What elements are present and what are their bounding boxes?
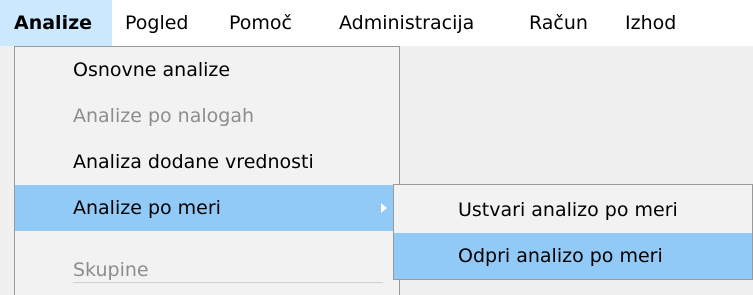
analize-dropdown-menu: Osnovne analize Analize po nalogah Anali… bbox=[14, 46, 400, 295]
menu-item-skupine: Skupine bbox=[15, 247, 399, 293]
submenu-item-label: Odpri analizo po meri bbox=[458, 245, 663, 267]
submenu-item-odpri-analizo[interactable]: Odpri analizo po meri bbox=[394, 233, 752, 279]
menu-item-label: Analiza dodane vrednosti bbox=[73, 151, 314, 173]
menu-administracija-label: Administracija bbox=[339, 12, 475, 34]
menu-item-label: Analize po nalogah bbox=[73, 105, 255, 127]
menu-racun[interactable]: Račun bbox=[529, 0, 588, 46]
menu-pomoc-label: Pomoč bbox=[229, 12, 292, 34]
menu-item-analize-po-nalogah: Analize po nalogah bbox=[15, 93, 399, 139]
menu-item-analize-po-meri[interactable]: Analize po meri bbox=[15, 185, 399, 231]
menu-pogled-label: Pogled bbox=[125, 12, 189, 34]
menu-administracija[interactable]: Administracija bbox=[339, 0, 474, 46]
submenu-item-ustvari-analizo[interactable]: Ustvari analizo po meri bbox=[394, 187, 752, 233]
menu-analize[interactable]: Analize bbox=[0, 0, 112, 46]
menu-pogled[interactable]: Pogled bbox=[125, 0, 189, 46]
menu-izhod[interactable]: Izhod bbox=[625, 0, 676, 46]
menu-analize-label: Analize bbox=[14, 12, 93, 34]
menu-izhod-label: Izhod bbox=[625, 12, 677, 34]
menu-pomoc[interactable]: Pomoč bbox=[229, 0, 292, 46]
menu-item-label: Analize po meri bbox=[73, 197, 221, 219]
menu-item-analiza-dodane-vrednosti[interactable]: Analiza dodane vrednosti bbox=[15, 139, 399, 185]
menu-item-label: Osnovne analize bbox=[73, 59, 231, 81]
chevron-right-icon bbox=[381, 203, 387, 213]
menu-item-osnovne-analize[interactable]: Osnovne analize bbox=[15, 47, 399, 93]
menu-racun-label: Račun bbox=[529, 12, 588, 34]
menu-item-label: Skupine bbox=[73, 259, 149, 281]
menubar: Analize Pogled Pomoč Administracija Raču… bbox=[0, 0, 753, 46]
analize-po-meri-submenu: Ustvari analizo po meri Odpri analizo po… bbox=[393, 184, 753, 280]
submenu-item-label: Ustvari analizo po meri bbox=[458, 199, 678, 221]
